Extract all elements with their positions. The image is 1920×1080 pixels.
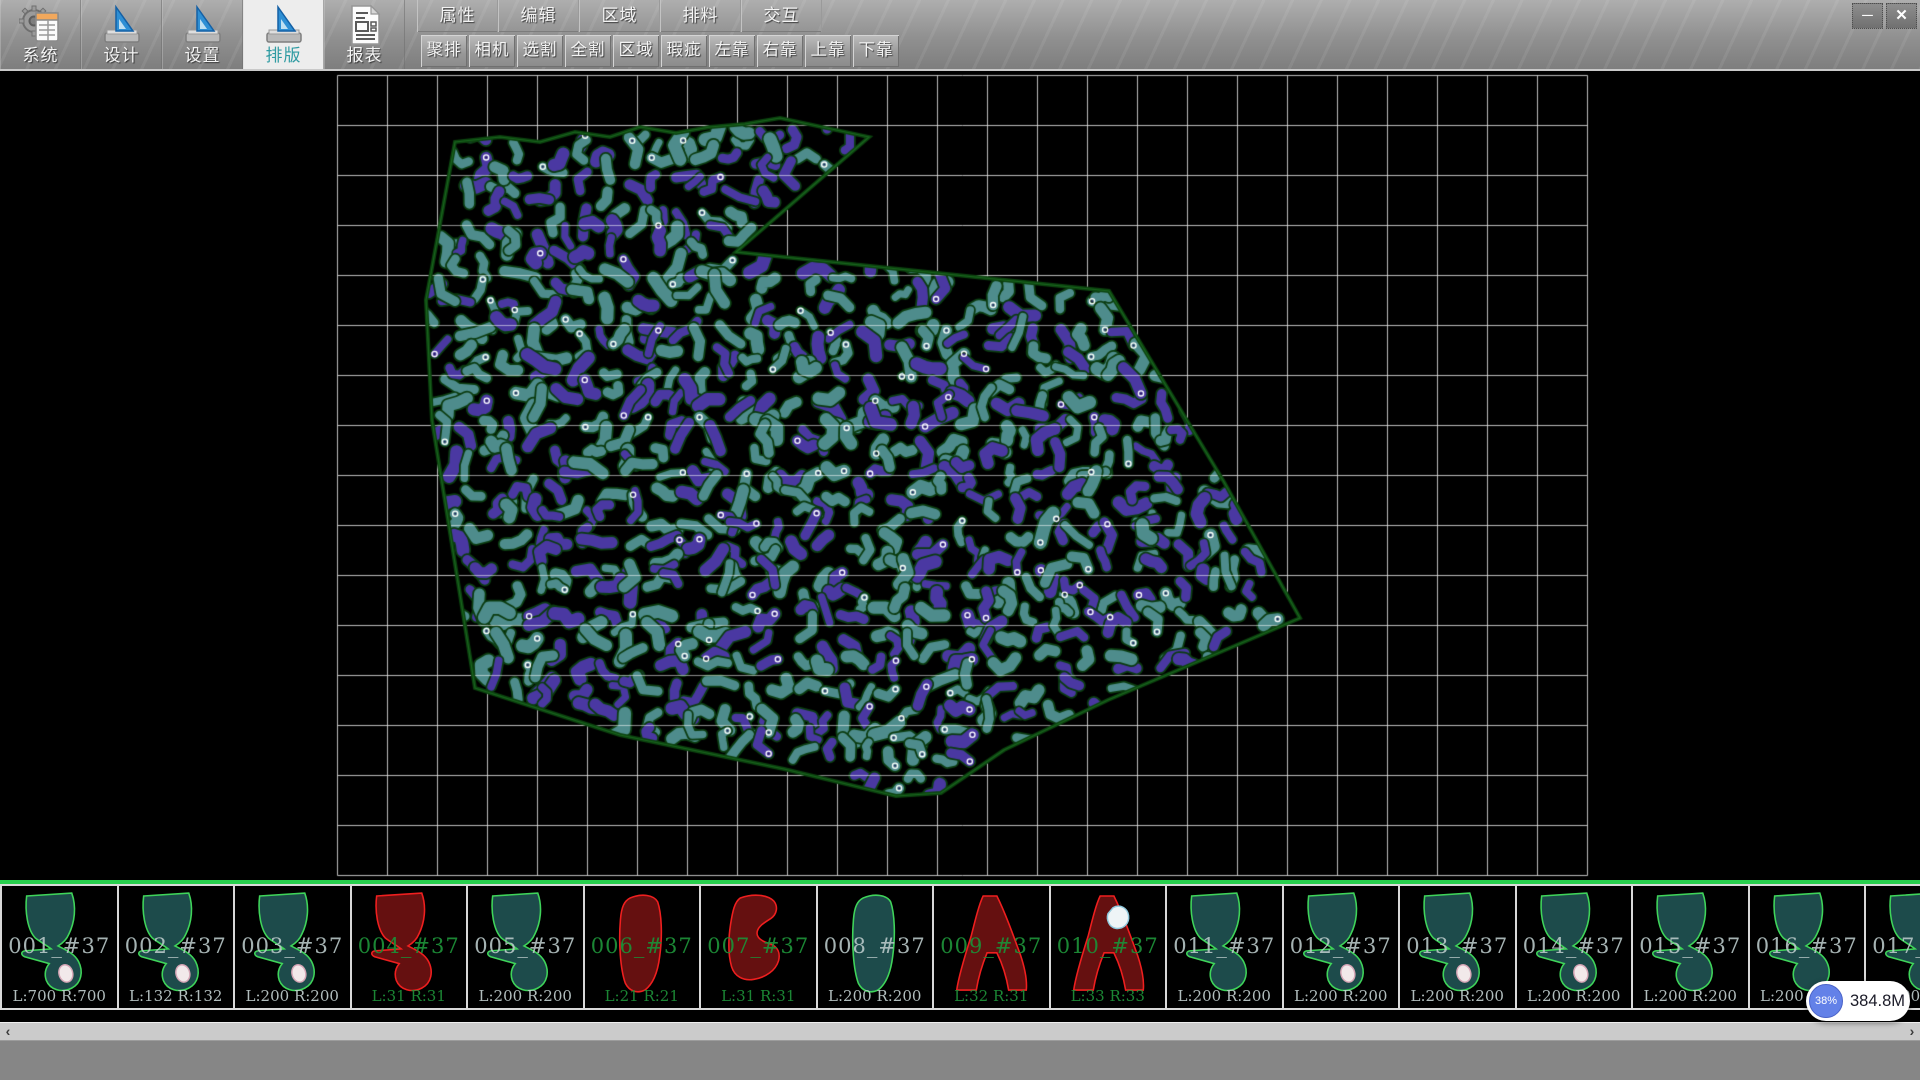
piece-lr-label: L:132 R:132: [119, 987, 234, 1005]
thumbnail-cell[interactable]: 013_#37 L:200 R:200: [1398, 884, 1517, 1010]
piece-id: 015_#37: [1633, 934, 1748, 958]
mode-button-nesting-active[interactable]: 排版: [243, 0, 324, 69]
window-controls: ─ ✕: [1852, 3, 1917, 29]
memory-badge[interactable]: 38% 384.8M: [1806, 981, 1910, 1021]
mode-label-report: 报表: [325, 41, 404, 66]
tool-cluster-nest[interactable]: 聚排: [421, 35, 467, 67]
mode-label-settings: 设置: [163, 41, 242, 66]
piece-lr-label: L:32 R:31: [934, 987, 1049, 1005]
mode-label-system: 系统: [1, 41, 80, 66]
thumbnail-cell[interactable]: 009_#37 L:32 R:31: [932, 884, 1051, 1010]
piece-id: 004_#37: [352, 934, 467, 958]
piece-id: 001_#37: [2, 934, 117, 958]
piece-lr-label: L:700 R:700: [2, 987, 117, 1005]
menu-edit[interactable]: 编辑: [498, 0, 579, 32]
thumbnail-cell[interactable]: 011_#37 L:200 R:200: [1165, 884, 1284, 1010]
nesting-app-window: 系统 设计 设置: [0, 0, 1920, 1080]
piece-lr-label: L:33 R:33: [1051, 987, 1166, 1005]
piece-id: 007_#37: [701, 934, 816, 958]
piece-lr-label: L:200 R:200: [1633, 987, 1748, 1005]
piece-id: 008_#37: [818, 934, 933, 958]
piece-id: 011_#37: [1167, 934, 1282, 958]
thumbnail-cell[interactable]: 003_#37 L:200 R:200: [233, 884, 352, 1010]
tool-align-bottom[interactable]: 下靠: [853, 35, 899, 67]
piece-lr-label: L:21 R:21: [585, 987, 700, 1005]
thumbnail-cell[interactable]: 006_#37 L:21 R:21: [583, 884, 702, 1010]
piece-id: 014_#37: [1517, 934, 1632, 958]
piece-lr-label: L:200 R:200: [1400, 987, 1515, 1005]
thumbnail-cell[interactable]: 007_#37 L:31 R:31: [699, 884, 818, 1010]
piece-id: 009_#37: [934, 934, 1049, 958]
nesting-canvas[interactable]: [0, 71, 1920, 880]
thumbnail-cell[interactable]: 008_#37 L:200 R:200: [816, 884, 935, 1010]
piece-id: 017_#37: [1866, 934, 1920, 958]
mode-label-nesting: 排版: [244, 41, 323, 66]
thumbnail-cell[interactable]: 004_#37 L:31 R:31: [350, 884, 469, 1010]
close-button[interactable]: ✕: [1886, 3, 1917, 29]
minimize-button[interactable]: ─: [1852, 3, 1883, 29]
tool-select-cut[interactable]: 选割: [517, 35, 563, 67]
mode-label-design: 设计: [82, 41, 161, 66]
piece-lr-label: L:200 R:200: [818, 987, 933, 1005]
piece-lr-label: L:200 R:200: [468, 987, 583, 1005]
progress-percent-circle: 38%: [1809, 984, 1843, 1018]
memory-value: 384.8M: [1850, 981, 1905, 1021]
mode-button-row: 系统 设计 设置: [0, 0, 405, 69]
mode-button-report[interactable]: 报表: [324, 0, 405, 69]
tool-align-top[interactable]: 上靠: [805, 35, 851, 67]
tool-region[interactable]: 区域: [613, 35, 659, 67]
thumbnail-cell[interactable]: 014_#37 L:200 R:200: [1515, 884, 1634, 1010]
piece-id: 012_#37: [1284, 934, 1399, 958]
piece-lr-label: L:200 R:200: [1167, 987, 1282, 1005]
thumbnail-cell[interactable]: 001_#37 L:700 R:700: [0, 884, 119, 1010]
piece-thumbnail-strip: 001_#37L:700 R:700002_#37L:132 R:132003_…: [0, 880, 1920, 1010]
piece-lr-label: L:31 R:31: [352, 987, 467, 1005]
piece-lr-label: L:200 R:200: [1517, 987, 1632, 1005]
piece-id: 005_#37: [468, 934, 583, 958]
menu-interaction[interactable]: 交互: [741, 0, 822, 32]
piece-lr-label: L:200 R:200: [235, 987, 350, 1005]
tool-cut-all[interactable]: 全割: [565, 35, 611, 67]
scroll-left-arrow[interactable]: ‹: [0, 1023, 16, 1041]
piece-id: 010_#37: [1051, 934, 1166, 958]
piece-id: 016_#37: [1750, 934, 1865, 958]
thumbnail-cell[interactable]: 015_#37 L:200 R:200: [1631, 884, 1750, 1010]
tool-camera[interactable]: 相机: [469, 35, 515, 67]
thumbnail-cell[interactable]: 005_#37 L:200 R:200: [466, 884, 585, 1010]
piece-id: 003_#37: [235, 934, 350, 958]
main-toolbar: 系统 设计 设置: [0, 0, 1920, 71]
piece-id: 006_#37: [585, 934, 700, 958]
tool-align-right[interactable]: 右靠: [757, 35, 803, 67]
thumbnail-cell[interactable]: 002_#37 L:132 R:132: [117, 884, 236, 1010]
piece-id: 013_#37: [1400, 934, 1515, 958]
mode-button-design[interactable]: 设计: [81, 0, 162, 69]
scroll-right-arrow[interactable]: ›: [1904, 1023, 1920, 1041]
menu-properties[interactable]: 属性: [417, 0, 498, 32]
mode-button-system[interactable]: 系统: [0, 0, 81, 69]
piece-id: 002_#37: [119, 934, 234, 958]
status-bar: [0, 1040, 1920, 1080]
piece-lr-label: L:200 R:200: [1284, 987, 1399, 1005]
horizontal-scrollbar[interactable]: ‹ ›: [0, 1022, 1920, 1040]
thumbnail-cell[interactable]: 012_#37 L:200 R:200: [1282, 884, 1401, 1010]
tool-defect[interactable]: 瑕疵: [661, 35, 707, 67]
tool-button-row: 聚排 相机 选割 全割 区域 瑕疵 左靠 右靠 上靠 下靠: [420, 33, 900, 71]
thumbnail-cell[interactable]: 010_#37 L:33 R:33: [1049, 884, 1168, 1010]
menu-bar: 属性 编辑 区域 排料 交互: [417, 0, 822, 32]
piece-lr-label: L:31 R:31: [701, 987, 816, 1005]
menu-nesting[interactable]: 排料: [660, 0, 741, 32]
tool-align-left[interactable]: 左靠: [709, 35, 755, 67]
mode-button-settings[interactable]: 设置: [162, 0, 243, 69]
menu-region[interactable]: 区域: [579, 0, 660, 32]
